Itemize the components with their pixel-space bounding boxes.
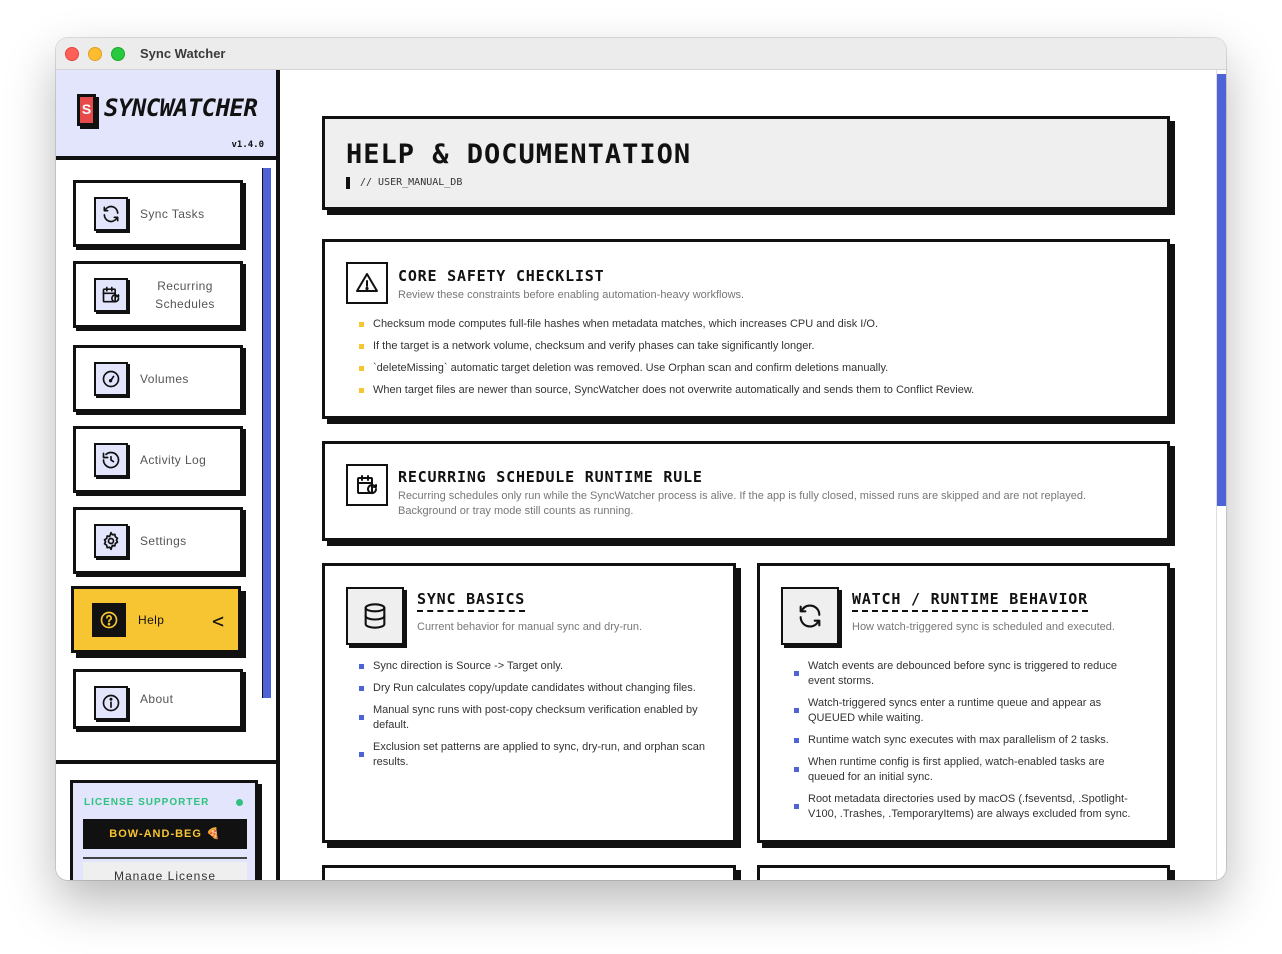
watch-behavior-card: WATCH / RUNTIME BEHAVIOR How watch-trigg… [757, 563, 1170, 843]
window-title: Sync Watcher [140, 46, 226, 61]
question-icon [92, 603, 126, 637]
manage-license-button[interactable]: Manage License [83, 862, 247, 880]
license-divider [83, 857, 247, 859]
sidebar-item-volumes[interactable]: Volumes [73, 345, 243, 412]
sidebar-item-help[interactable]: Help < [71, 586, 241, 653]
sidebar-item-label: About [140, 692, 174, 706]
brand-header: S SYNCWATCHER v1.4.0 [56, 70, 276, 160]
sync-basics-card: SYNC BASICS Current behavior for manual … [322, 563, 736, 843]
help-card-partial [322, 865, 736, 880]
title-bar: Sync Watcher [56, 38, 1226, 70]
list-item: When runtime config is first applied, wa… [794, 755, 1139, 785]
list-item: Runtime watch sync executes with max par… [794, 733, 1139, 748]
calendar-refresh-icon [346, 464, 388, 506]
close-window-button[interactable] [65, 47, 79, 61]
sidebar-item-activity-log[interactable]: Activity Log [73, 426, 243, 493]
app-window: Sync Watcher S SYNCWATCHER v1.4.0 Sync T… [56, 38, 1226, 880]
page-subtitle: // USER_MANUAL_DB [346, 177, 462, 189]
sidebar-item-label: Sync Tasks [140, 206, 205, 221]
list-item: Watch-triggered syncs enter a runtime qu… [794, 696, 1139, 726]
list-item: Exclusion set patterns are applied to sy… [359, 740, 709, 770]
sidebar-footer: LICENSE SUPPORTER BOW-AND-BEG 🍕 Manage L… [56, 760, 276, 880]
sidebar-item-label: Volumes [140, 371, 189, 386]
history-icon [94, 443, 128, 477]
card-description: Review these constraints before enabling… [398, 289, 745, 301]
card-description: Current behavior for manual sync and dry… [417, 621, 642, 633]
license-code: BOW-AND-BEG 🍕 [83, 819, 247, 849]
warning-icon [346, 262, 388, 304]
core-safety-card: CORE SAFETY CHECKLIST Review these const… [322, 239, 1170, 419]
sidebar-item-recurring-schedules[interactable]: Recurring Schedules [73, 261, 243, 328]
list-item: Manual sync runs with post-copy checksum… [359, 703, 709, 733]
card-title: WATCH / RUNTIME BEHAVIOR [852, 590, 1088, 612]
runtime-rule-card: RECURRING SCHEDULE RUNTIME RULE Recurrin… [322, 441, 1170, 541]
gauge-icon [94, 362, 128, 396]
list-item: Checksum mode computes full-file hashes … [359, 317, 1159, 332]
help-header-card: HELP & DOCUMENTATION // USER_MANUAL_DB [322, 116, 1170, 210]
list-item: Sync direction is Source -> Target only. [359, 659, 709, 674]
sidebar-item-label: Recurring Schedules [155, 278, 215, 311]
card-description: How watch-triggered sync is scheduled an… [852, 621, 1115, 633]
info-icon [94, 686, 128, 720]
active-indicator: < [211, 609, 224, 633]
sidebar: S SYNCWATCHER v1.4.0 Sync Tasks Recurrin… [56, 70, 280, 880]
card-title: CORE SAFETY CHECKLIST [398, 267, 605, 285]
gear-icon [94, 524, 128, 558]
license-status-dot [236, 799, 243, 806]
page-title: HELP & DOCUMENTATION [346, 139, 692, 170]
card-description: Recurring schedules only run while the S… [398, 490, 1087, 517]
sidebar-item-label: Activity Log [140, 452, 207, 467]
sidebar-scrollbar-thumb[interactable] [262, 168, 271, 698]
calendar-refresh-icon [94, 278, 128, 312]
list-item: Dry Run calculates copy/update candidate… [359, 681, 709, 696]
refresh-icon [94, 197, 128, 231]
watch-behavior-list: Watch events are debounced before sync i… [794, 659, 1139, 829]
minimize-window-button[interactable] [88, 47, 102, 61]
help-card-partial [757, 865, 1170, 880]
list-item: Watch events are debounced before sync i… [794, 659, 1139, 689]
zoom-window-button[interactable] [111, 47, 125, 61]
app-version: v1.4.0 [231, 140, 264, 150]
sync-basics-list: Sync direction is Source -> Target only.… [359, 659, 709, 777]
list-item: When target files are newer than source,… [359, 383, 1159, 398]
license-panel: LICENSE SUPPORTER BOW-AND-BEG 🍕 Manage L… [70, 780, 258, 880]
card-title: RECURRING SCHEDULE RUNTIME RULE [398, 468, 703, 486]
sidebar-item-about[interactable]: About [73, 669, 243, 729]
refresh-icon [781, 587, 839, 645]
list-item: Root metadata directories used by macOS … [794, 792, 1139, 822]
main-content: HELP & DOCUMENTATION // USER_MANUAL_DB C… [280, 70, 1216, 880]
list-item: `deleteMissing` automatic target deletio… [359, 361, 1159, 376]
app-logo-icon: S [77, 94, 96, 126]
list-item: If the target is a network volume, check… [359, 339, 1159, 354]
brand-name: SYNCWATCHER [104, 94, 258, 122]
main-scrollbar-thumb[interactable] [1217, 74, 1226, 506]
sidebar-item-sync-tasks[interactable]: Sync Tasks [73, 180, 243, 247]
license-title: LICENSE SUPPORTER [84, 797, 210, 808]
safety-list: Checksum mode computes full-file hashes … [359, 317, 1159, 405]
card-title: SYNC BASICS [417, 590, 526, 612]
database-icon [346, 587, 404, 645]
sidebar-item-settings[interactable]: Settings [73, 507, 243, 574]
sidebar-item-label: Settings [140, 533, 187, 548]
